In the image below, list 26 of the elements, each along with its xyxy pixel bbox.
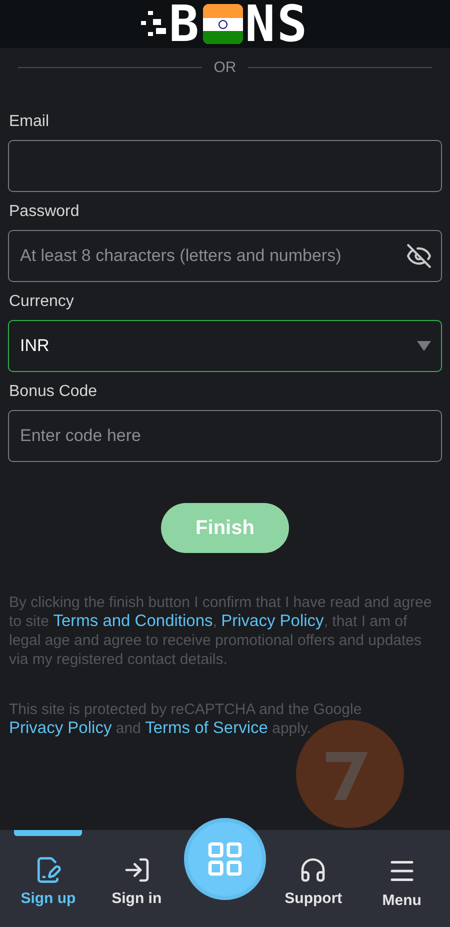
nav-tab[interactable]: Sign in <box>92 836 181 927</box>
flag-icon <box>202 4 243 44</box>
field-label: Password <box>9 202 80 222</box>
sign-in-icon <box>122 856 151 884</box>
text-link[interactable]: Privacy Policy <box>221 612 324 630</box>
nav-tab[interactable]: Support <box>269 836 358 927</box>
legal-text: By clicking the finish button I confirm that I have read and agree to site Terms and Conditions, Privacy Policy, that I am of legal age and agree to receive promotional offers and updates via my registered contact details. <box>8 593 433 669</box>
legal-text: This site is protected by reCAPTCHA and the Google Privacy Policy and Terms of Service apply. <box>8 700 363 738</box>
divider-label: OR <box>214 58 236 76</box>
input-field[interactable]: Enter code here <box>8 410 442 462</box>
headset-icon <box>299 856 328 884</box>
currency-select[interactable]: INR <box>8 320 442 372</box>
text-link[interactable]: Privacy Policy <box>9 719 112 737</box>
caret-icon <box>417 341 431 351</box>
text-link[interactable]: Terms and Conditions <box>53 612 213 630</box>
field-label: Email <box>9 112 50 132</box>
input-field[interactable] <box>8 140 442 192</box>
logo-text: B <box>168 2 201 46</box>
field-label: Bonus Code <box>9 382 98 402</box>
eye-off-icon[interactable] <box>406 243 432 269</box>
nav-tab[interactable]: Menu <box>358 836 446 927</box>
nav-tab[interactable]: Sign up <box>4 836 92 927</box>
logo-text: NS <box>244 2 310 46</box>
field-label: Currency <box>9 292 75 312</box>
text-link[interactable]: Terms of Service <box>145 719 268 737</box>
password-field[interactable]: At least 8 characters (letters and numbers) <box>8 230 442 282</box>
